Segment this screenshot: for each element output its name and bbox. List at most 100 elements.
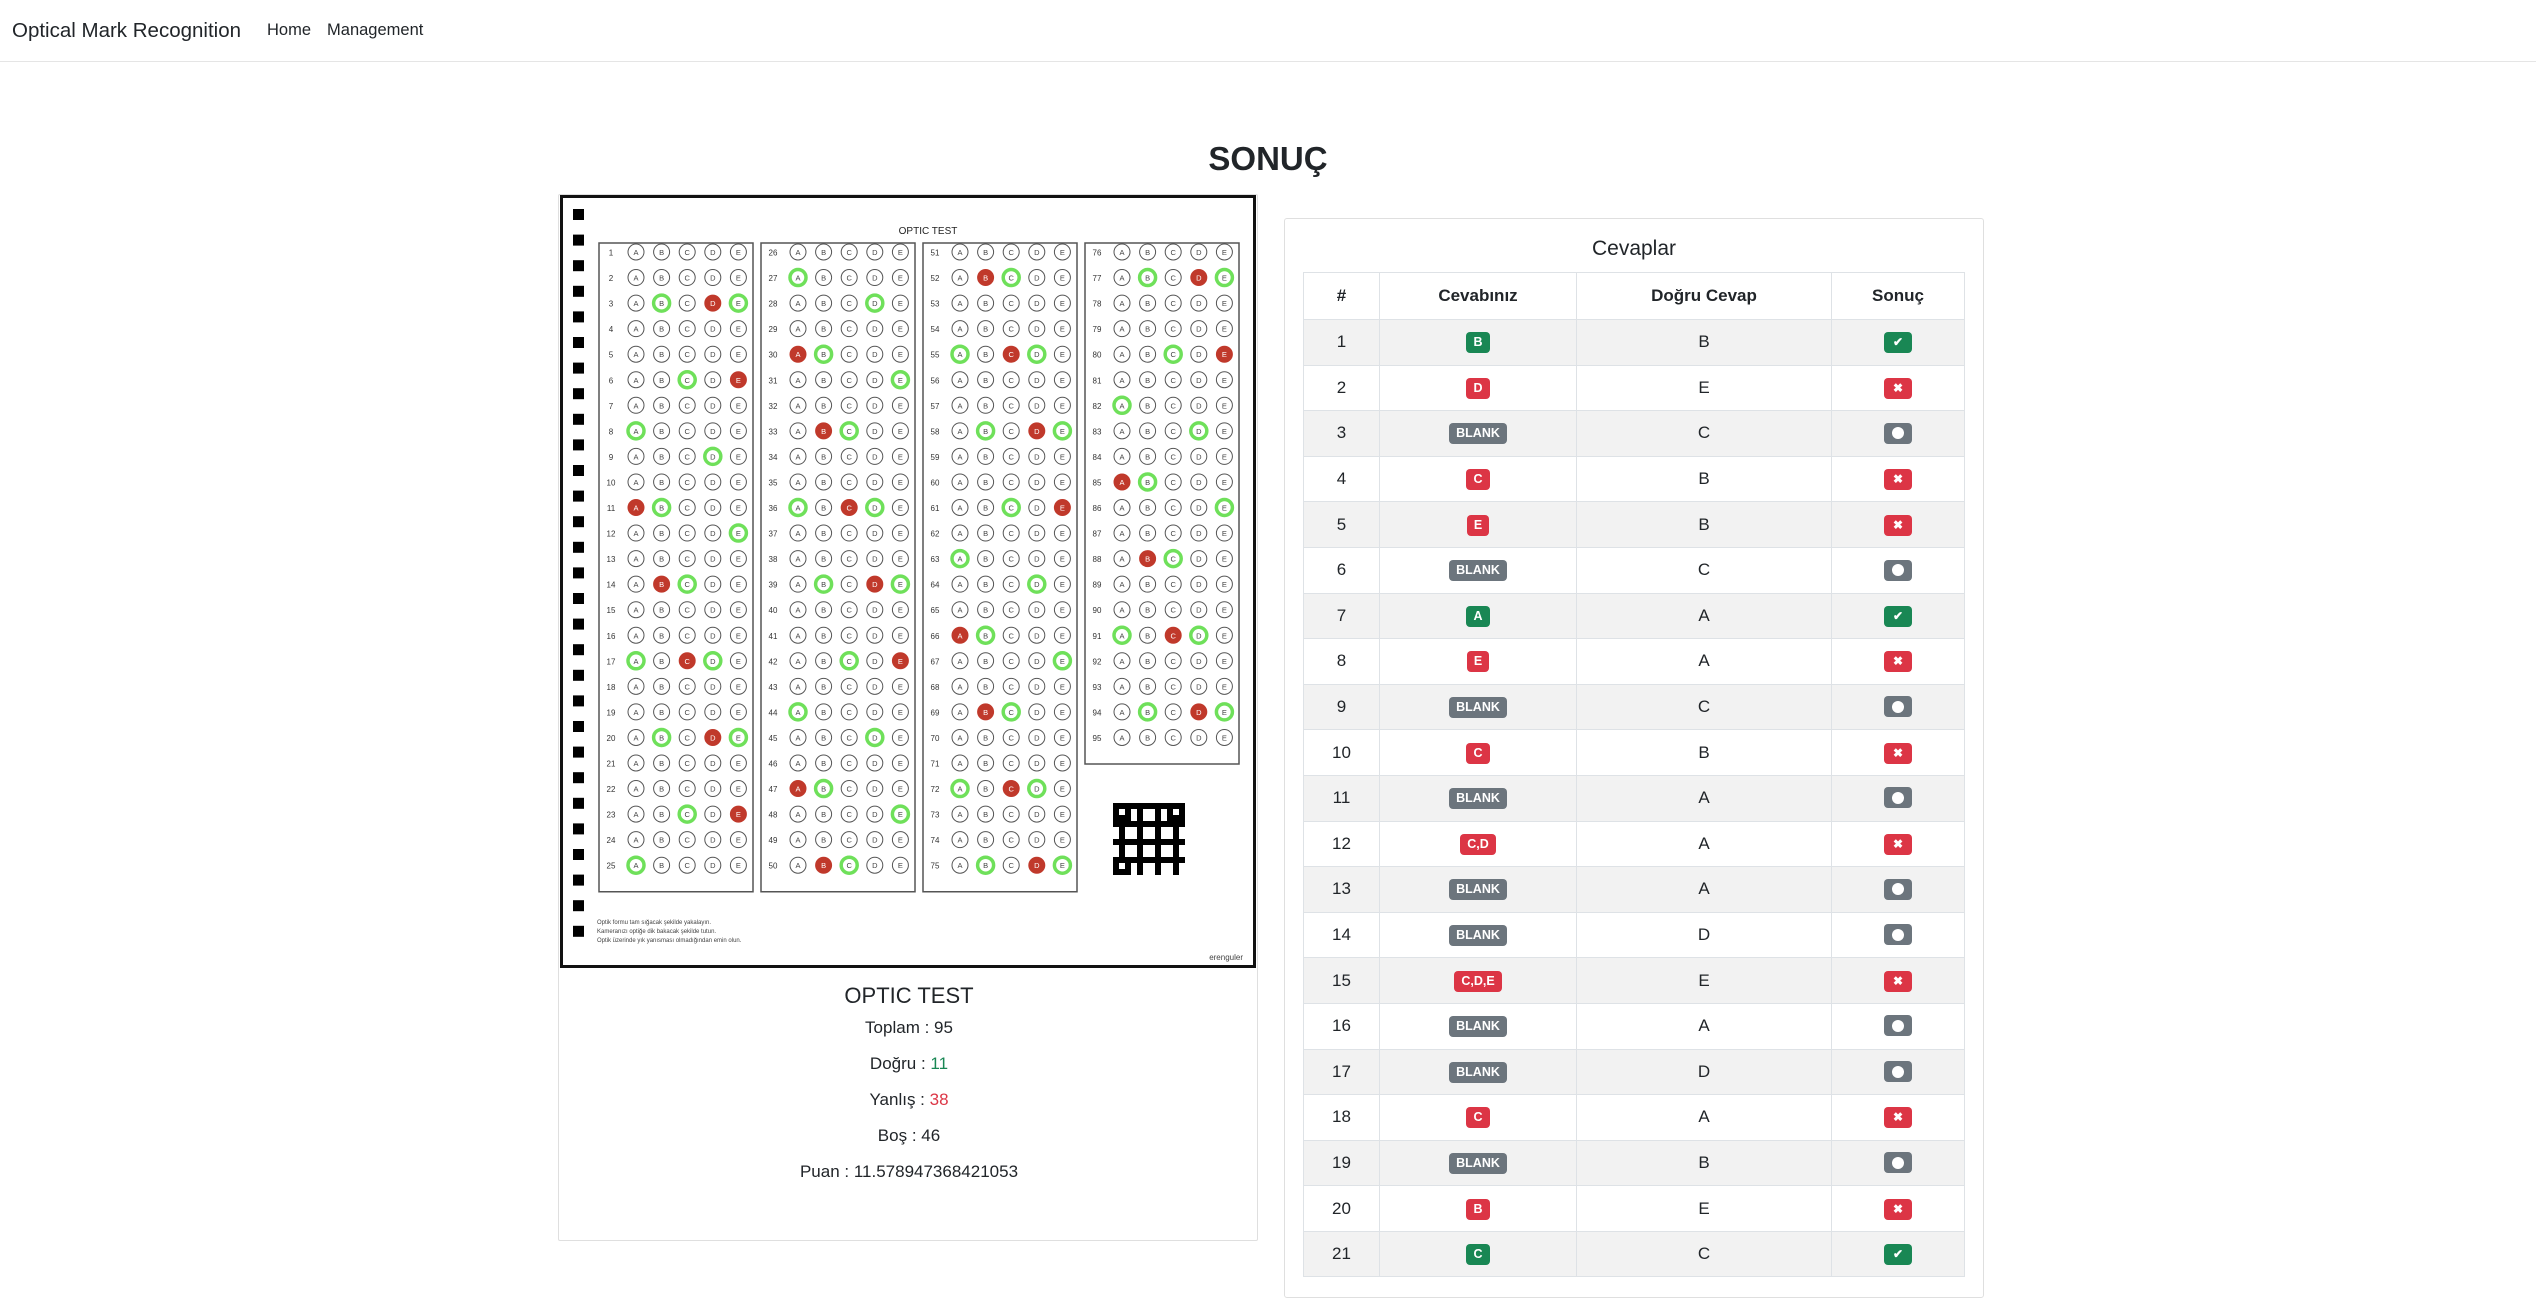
qr-code-cell <box>1155 857 1161 863</box>
bubble-letter: E <box>736 504 741 513</box>
qr-code-cell <box>1167 857 1173 863</box>
bubble-letter: B <box>983 274 988 283</box>
bubble-letter: C <box>1008 350 1014 359</box>
bubble-letter: A <box>957 580 962 589</box>
score-label: Puan : <box>799 1162 854 1181</box>
bubble-letter: A <box>633 785 638 794</box>
bubble-letter: E <box>898 504 903 513</box>
bubble-letter: E <box>736 631 741 640</box>
qr-code-cell <box>1155 851 1161 857</box>
bubble-letter: E <box>736 376 741 385</box>
answer-row: 17 BLANK D <box>1303 1048 1965 1096</box>
result-cell <box>1831 410 1965 457</box>
qr-code-cell <box>1155 821 1161 827</box>
qr-code-cell <box>1137 803 1143 809</box>
question-number: 7 <box>609 402 614 411</box>
answer-row: 10 C B ✖ <box>1303 729 1965 776</box>
question-number: 89 <box>1093 581 1102 590</box>
bubble-letter: D <box>1196 248 1202 257</box>
timing-mark <box>573 465 584 476</box>
qr-code-cell <box>1125 863 1131 869</box>
bubble-letter: B <box>821 350 826 359</box>
question-number: 26 <box>769 249 778 258</box>
question-number: 45 <box>769 734 778 743</box>
bubble-letter: E <box>1222 427 1227 436</box>
given-answer-cell: C <box>1379 1094 1577 1141</box>
question-number: 93 <box>1093 683 1102 692</box>
bubble-letter: B <box>821 606 826 615</box>
bubble-letter: D <box>710 299 716 308</box>
bubble-letter: A <box>1119 248 1124 257</box>
cross-icon: ✖ <box>1884 742 1912 764</box>
bubble-letter: A <box>633 606 638 615</box>
given-answer-badge: C <box>1466 742 1490 764</box>
bubble-letter: C <box>684 504 690 513</box>
bubble-letter: A <box>957 452 962 461</box>
question-number: 67 <box>931 657 940 666</box>
bubble-letter: C <box>846 401 852 410</box>
bubble-letter: C <box>684 836 690 845</box>
correct-answer-cell: A <box>1576 1002 1832 1050</box>
cross-icon: ✖ <box>1884 651 1912 673</box>
nav-management-link[interactable]: Management <box>327 21 423 40</box>
answer-row: 21 C C ✔ <box>1303 1230 1965 1278</box>
bubble-letter: E <box>1222 325 1227 334</box>
bubble-letter: A <box>795 248 800 257</box>
bubble-letter: E <box>1060 836 1065 845</box>
bubble-letter: E <box>898 325 903 334</box>
header-your-answer: Cevabınız <box>1379 272 1577 320</box>
bubble-letter: D <box>710 580 716 589</box>
question-number: 53 <box>931 300 940 309</box>
answer-number: 5 <box>1303 501 1380 548</box>
bubble-letter: C <box>846 759 852 768</box>
bubble-letter: D <box>1196 350 1202 359</box>
bubble-letter: B <box>983 350 988 359</box>
given-answer-cell: BLANK <box>1379 683 1577 731</box>
bubble-letter: E <box>1222 274 1227 283</box>
timing-mark <box>573 874 584 886</box>
bubble-letter: B <box>983 606 988 615</box>
cross-icon: ✖ <box>1884 514 1912 536</box>
bubble-letter: D <box>710 657 716 666</box>
answers-table: # Cevabınız Doğru Cevap Sonuç 1 B B ✔ 2 D E ✖ 3 B… <box>1303 272 1965 1278</box>
qr-code-cell <box>1179 857 1185 863</box>
bubble-letter: B <box>821 529 826 538</box>
summary-info: OPTIC TEST Toplam : 95 Doğru : 11 Yanlış… <box>559 977 1259 1183</box>
bubble-letter: A <box>957 376 962 385</box>
question-number: 82 <box>1093 402 1102 411</box>
given-answer-cell: E <box>1379 638 1577 685</box>
bubble-letter: A <box>957 350 962 359</box>
answers-card-title: Cevaplar <box>1591 237 1677 260</box>
bubble-letter: A <box>795 350 800 359</box>
brand-link[interactable]: Optical Mark Recognition <box>12 19 241 43</box>
bubble-letter: E <box>1222 376 1227 385</box>
question-number: 76 <box>1093 249 1102 258</box>
question-number: 5 <box>609 351 614 360</box>
bubble-letter: A <box>1119 733 1124 742</box>
bubble-letter: E <box>1060 733 1065 742</box>
nav-home-link[interactable]: Home <box>267 21 311 40</box>
bubble-letter: E <box>736 299 741 308</box>
correct-answer-cell: C <box>1576 546 1832 594</box>
result-cell: ✖ <box>1831 820 1965 868</box>
bubble-letter: A <box>1119 478 1124 487</box>
bubble-letter: C <box>1008 325 1014 334</box>
timing-mark <box>573 772 584 784</box>
qr-code-cell <box>1119 815 1125 821</box>
bubble-letter: C <box>1008 810 1014 819</box>
question-number: 39 <box>769 581 778 590</box>
bubble-letter: D <box>1034 708 1040 717</box>
bubble-letter: A <box>633 682 638 691</box>
bubble-letter: B <box>1145 299 1150 308</box>
qr-code-cell <box>1119 833 1125 839</box>
bubble-letter: B <box>1145 401 1150 410</box>
given-answer-badge: BLANK <box>1449 788 1507 810</box>
bubble-letter: A <box>1119 657 1124 666</box>
qr-code-cell <box>1131 839 1137 845</box>
qr-code-cell <box>1173 869 1179 875</box>
bubble-letter: D <box>1196 555 1202 564</box>
bubble-letter: A <box>1119 452 1124 461</box>
bubble-letter: A <box>795 733 800 742</box>
given-answer-cell: C,D,E <box>1379 957 1577 1004</box>
answer-number: 12 <box>1303 820 1380 868</box>
